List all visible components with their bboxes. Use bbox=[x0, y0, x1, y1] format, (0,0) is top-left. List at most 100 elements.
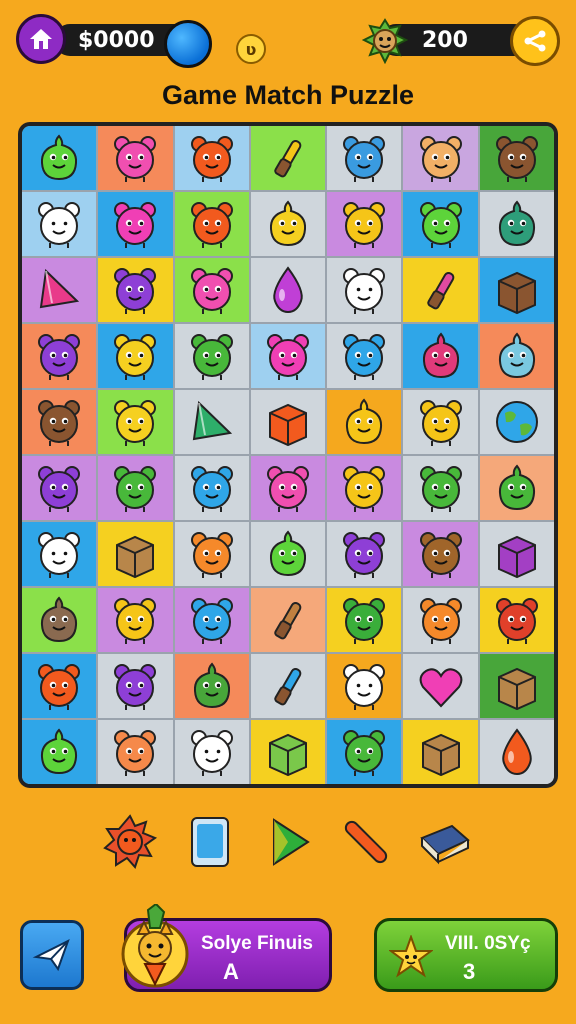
tile[interactable] bbox=[479, 720, 554, 784]
tile[interactable] bbox=[22, 654, 97, 718]
tile[interactable] bbox=[174, 192, 249, 256]
tile[interactable] bbox=[250, 654, 326, 718]
tile[interactable] bbox=[327, 588, 402, 652]
tile[interactable] bbox=[403, 126, 478, 190]
tile[interactable] bbox=[98, 192, 173, 256]
tile[interactable] bbox=[22, 588, 97, 652]
tile[interactable] bbox=[22, 522, 97, 586]
tile[interactable] bbox=[22, 456, 97, 520]
tile[interactable] bbox=[98, 654, 173, 718]
tile[interactable] bbox=[479, 192, 554, 256]
green-triangle-icon[interactable] bbox=[262, 814, 318, 870]
tile[interactable] bbox=[174, 258, 249, 322]
tile[interactable] bbox=[250, 720, 326, 784]
blue-orb-icon[interactable] bbox=[164, 20, 212, 68]
tile[interactable] bbox=[403, 522, 478, 586]
tile[interactable] bbox=[174, 324, 249, 388]
tile[interactable] bbox=[479, 456, 554, 520]
money-value: $0000 bbox=[78, 27, 155, 53]
tile[interactable] bbox=[327, 258, 402, 322]
tile[interactable] bbox=[250, 390, 326, 454]
face-tile-icon bbox=[343, 598, 386, 644]
face-tile-icon bbox=[190, 268, 233, 314]
tile[interactable] bbox=[174, 720, 249, 784]
tile[interactable] bbox=[98, 456, 173, 520]
tile[interactable] bbox=[98, 390, 173, 454]
tile[interactable] bbox=[327, 126, 402, 190]
tile[interactable] bbox=[250, 522, 326, 586]
tile-grid bbox=[22, 126, 554, 784]
tile[interactable] bbox=[98, 258, 173, 322]
solve-button-label: Solye Finuis bbox=[201, 933, 313, 954]
tile[interactable] bbox=[327, 654, 402, 718]
puzzle-board bbox=[18, 122, 558, 788]
tile[interactable] bbox=[22, 324, 97, 388]
tile[interactable] bbox=[327, 456, 402, 520]
face-tile-icon bbox=[38, 532, 81, 578]
tile[interactable] bbox=[98, 126, 173, 190]
village-button[interactable]: VIII. 0SYç 3 bbox=[374, 918, 558, 992]
tile[interactable] bbox=[479, 126, 554, 190]
tile[interactable] bbox=[250, 588, 326, 652]
tile[interactable] bbox=[174, 390, 249, 454]
face-tile-icon bbox=[190, 466, 233, 512]
tile[interactable] bbox=[174, 126, 249, 190]
tile[interactable] bbox=[403, 390, 478, 454]
tile[interactable] bbox=[250, 456, 326, 520]
tile[interactable] bbox=[250, 126, 326, 190]
tile[interactable] bbox=[479, 522, 554, 586]
tile[interactable] bbox=[403, 654, 478, 718]
tile[interactable] bbox=[327, 522, 402, 586]
orange-spiky-icon[interactable] bbox=[102, 814, 158, 870]
tri-tile-icon bbox=[39, 268, 80, 309]
tile[interactable] bbox=[98, 324, 173, 388]
tile[interactable] bbox=[403, 258, 478, 322]
top-bar: $0000 ʋ 200 bbox=[0, 14, 576, 68]
tile[interactable] bbox=[22, 126, 97, 190]
tile[interactable] bbox=[174, 654, 249, 718]
tile[interactable] bbox=[403, 324, 478, 388]
tile[interactable] bbox=[174, 522, 249, 586]
tile[interactable] bbox=[174, 588, 249, 652]
tile[interactable] bbox=[98, 720, 173, 784]
blob-tile-icon bbox=[346, 398, 383, 445]
tile[interactable] bbox=[22, 390, 97, 454]
tile[interactable] bbox=[479, 390, 554, 454]
face-tile-icon bbox=[114, 664, 157, 710]
tile[interactable] bbox=[327, 720, 402, 784]
tile[interactable] bbox=[98, 522, 173, 586]
tile[interactable] bbox=[403, 588, 478, 652]
tile[interactable] bbox=[22, 720, 97, 784]
blob-tile-icon bbox=[498, 332, 535, 379]
face-tile-icon bbox=[190, 598, 233, 644]
tri-tile-icon bbox=[192, 400, 232, 441]
solve-button-sublabel: A bbox=[223, 959, 239, 984]
face-tile-icon bbox=[495, 136, 538, 182]
tile[interactable] bbox=[22, 192, 97, 256]
tile[interactable] bbox=[327, 324, 402, 388]
tile[interactable] bbox=[479, 258, 554, 322]
tile[interactable] bbox=[250, 258, 326, 322]
box-tile-icon bbox=[497, 667, 536, 711]
tile[interactable] bbox=[250, 324, 326, 388]
tile[interactable] bbox=[403, 192, 478, 256]
tile[interactable] bbox=[250, 192, 326, 256]
tile[interactable] bbox=[479, 324, 554, 388]
blue-card-icon[interactable] bbox=[182, 814, 238, 870]
home-button[interactable] bbox=[16, 14, 66, 64]
tile[interactable] bbox=[327, 390, 402, 454]
tile[interactable] bbox=[479, 654, 554, 718]
tile[interactable] bbox=[98, 588, 173, 652]
blue-book-icon[interactable] bbox=[416, 814, 472, 870]
tile[interactable] bbox=[22, 258, 97, 322]
orange-stick-icon[interactable] bbox=[338, 814, 394, 870]
face-tile-icon bbox=[266, 466, 309, 512]
tile[interactable] bbox=[327, 192, 402, 256]
share-button[interactable] bbox=[510, 16, 560, 66]
hint-plane-button[interactable] bbox=[20, 920, 84, 990]
face-tile-icon bbox=[114, 268, 157, 314]
tile[interactable] bbox=[174, 456, 249, 520]
tile[interactable] bbox=[479, 588, 554, 652]
tile[interactable] bbox=[403, 456, 478, 520]
tile[interactable] bbox=[403, 720, 478, 784]
